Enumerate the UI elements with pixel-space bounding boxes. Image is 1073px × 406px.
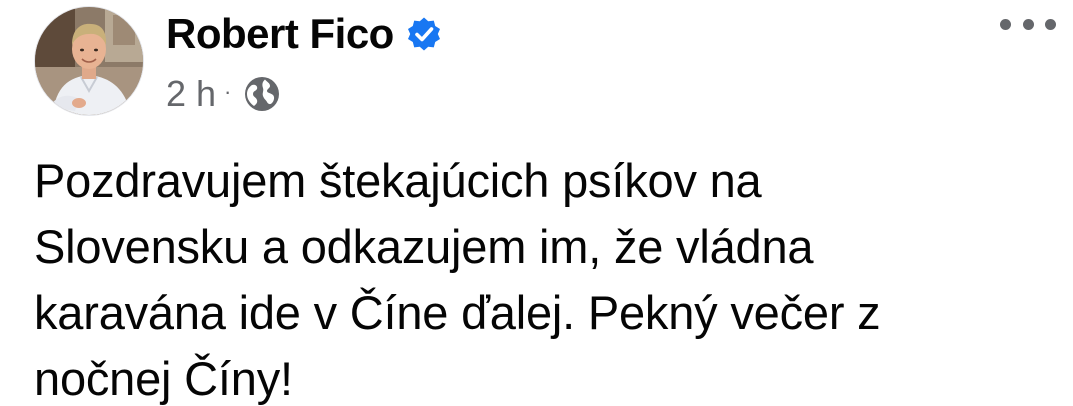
post-timestamp[interactable]: 2 h: [166, 72, 216, 116]
post-meta: 2 h ·: [166, 72, 281, 116]
more-dot: [1022, 18, 1034, 30]
more-dot: [1000, 18, 1011, 30]
more-dot: [1045, 18, 1056, 30]
verified-badge-icon: [406, 16, 442, 52]
facebook-post: Robert Fico 2 h · Pozdravujem štekajúcic…: [0, 0, 1073, 406]
post-text: Pozdravujem štekajúcich psíkov na Sloven…: [34, 154, 881, 405]
author-name[interactable]: Robert Fico: [166, 10, 394, 58]
avatar-photo: [35, 7, 143, 115]
globe-icon[interactable]: [243, 75, 281, 113]
author-avatar[interactable]: [34, 6, 144, 116]
meta-separator: ·: [224, 79, 232, 104]
more-options-icon[interactable]: [1000, 14, 1056, 34]
post-header-author: Robert Fico: [166, 10, 442, 58]
